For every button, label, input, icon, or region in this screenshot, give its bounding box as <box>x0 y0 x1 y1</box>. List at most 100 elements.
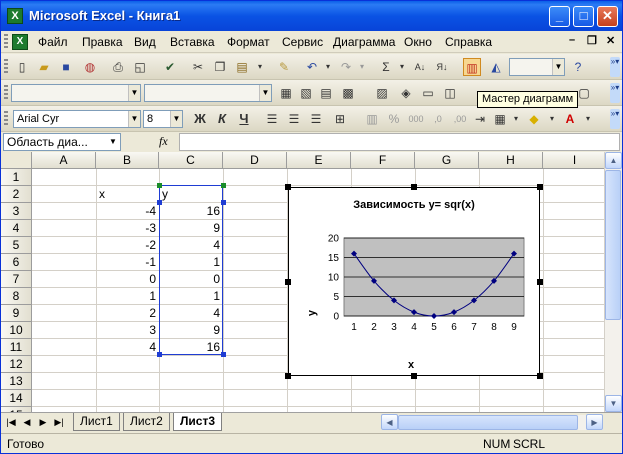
menu-tools[interactable]: Сервис <box>282 35 323 49</box>
cell-b4[interactable]: -3 <box>96 220 159 237</box>
format-painter-icon[interactable]: ✎ <box>275 58 293 76</box>
toolbar-grip[interactable] <box>4 59 8 75</box>
drawing-icon[interactable]: ◭ <box>487 58 505 76</box>
chart-resize-handle[interactable] <box>285 373 291 379</box>
cell-b3[interactable]: -4 <box>96 203 159 220</box>
menubar-grip[interactable] <box>4 34 8 50</box>
row-header-3[interactable]: 3 <box>1 203 32 220</box>
cell-b6[interactable]: -1 <box>96 254 159 271</box>
column-header-g[interactable]: G <box>415 152 479 169</box>
cell-b8[interactable]: 1 <box>96 288 159 305</box>
angle-text-icon[interactable]: ▭ <box>419 84 437 102</box>
italic-button[interactable]: К <box>213 110 231 128</box>
doc-restore-button[interactable]: ❐ <box>587 34 597 47</box>
data-table-icon[interactable]: ▩ <box>339 84 357 102</box>
menu-format[interactable]: Формат <box>227 35 270 49</box>
range-handle[interactable] <box>157 183 162 188</box>
menu-window[interactable]: Окно <box>404 35 432 49</box>
zoom-combo[interactable]: ▼ <box>509 58 565 76</box>
horizontal-scrollbar[interactable]: ◀ ▶ <box>381 414 603 430</box>
by-row-icon[interactable]: ▨ <box>373 84 391 102</box>
autosum-dropdown-icon[interactable]: ▾ <box>393 58 411 76</box>
cell-b2[interactable]: x <box>96 186 159 203</box>
align-right-icon[interactable]: ☰ <box>307 110 325 128</box>
column-header-a[interactable]: A <box>32 152 96 169</box>
sort-ascending-icon[interactable]: A↓ <box>411 58 429 76</box>
close-button[interactable]: ✕ <box>597 6 618 27</box>
chart-objects-dropdown-icon[interactable]: ▼ <box>128 85 140 101</box>
cell-b7[interactable]: 0 <box>96 271 159 288</box>
redo-dropdown-icon[interactable]: ▾ <box>353 58 371 76</box>
permission-icon[interactable]: ◍ <box>81 58 99 76</box>
menu-chart[interactable]: Диаграмма <box>333 35 395 49</box>
column-header-b[interactable]: B <box>96 152 159 169</box>
prev-sheet-icon[interactable]: ◀ <box>21 416 33 429</box>
font-size-dropdown-icon[interactable]: ▼ <box>170 111 182 127</box>
row-header-9[interactable]: 9 <box>1 305 32 322</box>
x-axis-title[interactable]: x <box>408 359 415 371</box>
menu-help[interactable]: Справка <box>445 35 492 49</box>
zoom-dropdown-icon[interactable]: ▼ <box>552 59 564 75</box>
last-sheet-icon[interactable]: ▶| <box>53 416 65 429</box>
save-icon[interactable]: ■ <box>57 58 75 76</box>
percent-icon[interactable]: % <box>385 110 403 128</box>
copy-icon[interactable]: ❐ <box>211 58 229 76</box>
font-name-dropdown-icon[interactable]: ▼ <box>128 111 140 127</box>
by-column-icon[interactable]: ◈ <box>397 84 415 102</box>
cell-b9[interactable]: 2 <box>96 305 159 322</box>
font-size-combo[interactable]: 8 ▼ <box>143 110 183 128</box>
toolbar-options-chevron-icon[interactable]: »▾ <box>610 57 620 77</box>
toolbar-options-chevron-icon[interactable]: »▾ <box>610 83 620 103</box>
chart-resize-handle[interactable] <box>285 279 291 285</box>
increase-decimal-icon[interactable]: ,0 <box>429 110 447 128</box>
chart-resize-handle[interactable] <box>537 279 543 285</box>
column-header-c[interactable]: C <box>159 152 223 169</box>
format-chart-icon[interactable]: ▦ <box>277 84 295 102</box>
column-header-h[interactable]: H <box>479 152 543 169</box>
scroll-right-icon[interactable]: ▶ <box>586 414 603 430</box>
sheet-tab-1[interactable]: Лист1 <box>73 413 120 431</box>
align-left-icon[interactable]: ☰ <box>263 110 281 128</box>
row-header-5[interactable]: 5 <box>1 237 32 254</box>
fill-color-dropdown-icon[interactable]: ▾ <box>543 110 561 128</box>
menu-insert[interactable]: Вставка <box>170 35 215 49</box>
cell-b11[interactable]: 4 <box>96 339 159 356</box>
toolbar-grip[interactable] <box>4 111 8 127</box>
scroll-up-icon[interactable]: ▲ <box>605 152 622 169</box>
row-header-14[interactable]: 14 <box>1 390 32 407</box>
new-document-icon[interactable]: ▯ <box>13 58 31 76</box>
open-folder-icon[interactable]: ▰ <box>35 58 53 76</box>
doc-minimize-button[interactable]: – <box>569 34 575 46</box>
chart-resize-handle[interactable] <box>537 373 543 379</box>
chart-resize-handle[interactable] <box>411 184 417 190</box>
maximize-button[interactable]: □ <box>573 6 594 27</box>
range-handle[interactable] <box>157 200 162 205</box>
chart-resize-handle[interactable] <box>285 184 291 190</box>
align-center-icon[interactable]: ☰ <box>285 110 303 128</box>
indent-icon[interactable]: ⇥ <box>471 110 489 128</box>
excel-app-icon[interactable]: X <box>7 8 23 24</box>
thousands-icon[interactable]: 000 <box>407 110 425 128</box>
range-handle[interactable] <box>157 352 162 357</box>
menu-edit[interactable]: Правка <box>82 35 123 49</box>
column-header-i[interactable]: I <box>543 152 604 169</box>
doc-close-button[interactable]: ✕ <box>606 34 615 47</box>
print-preview-icon[interactable]: ◱ <box>131 58 149 76</box>
decrease-decimal-icon[interactable]: ,00 <box>451 110 469 128</box>
chart-objects-combo[interactable]: ▼ <box>11 84 141 102</box>
chart-wizard-icon[interactable]: ▥ <box>463 58 481 76</box>
cell-b5[interactable]: -2 <box>96 237 159 254</box>
next-sheet-icon[interactable]: ▶ <box>37 416 49 429</box>
toolbar-options-chevron-icon[interactable]: »▾ <box>610 109 620 129</box>
undo-dropdown-icon[interactable]: ▾ <box>319 58 337 76</box>
row-header-8[interactable]: 8 <box>1 288 32 305</box>
spelling-icon[interactable]: ✔ <box>161 58 179 76</box>
scroll-down-icon[interactable]: ▼ <box>605 395 622 412</box>
cell-b10[interactable]: 3 <box>96 322 159 339</box>
toolbar-grip[interactable] <box>4 85 8 101</box>
row-header-2[interactable]: 2 <box>1 186 32 203</box>
menu-file[interactable]: Файл <box>38 35 68 49</box>
vertical-scroll-thumb[interactable] <box>605 170 621 320</box>
sheet-tab-3-active[interactable]: Лист3 <box>173 413 223 431</box>
print-icon[interactable]: ⎙ <box>109 58 127 76</box>
